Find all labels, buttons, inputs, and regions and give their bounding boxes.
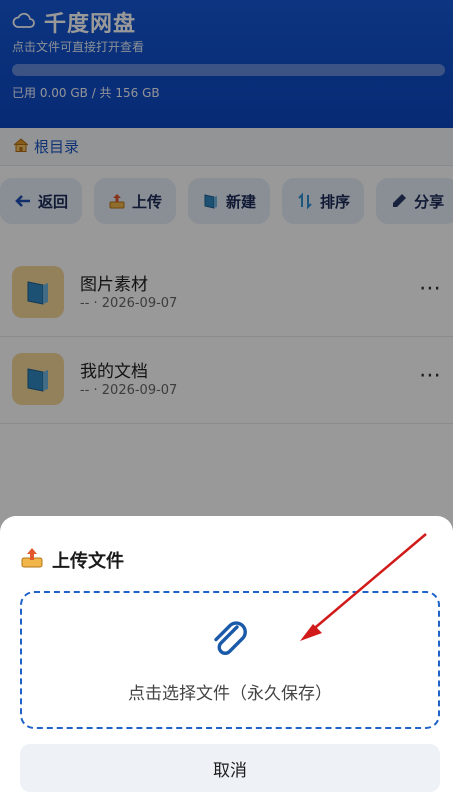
file-dropzone[interactable]: 点击选择文件（永久保存） [20,591,440,729]
dropzone-hint: 点击选择文件（永久保存） [128,683,332,704]
paperclip-icon [207,617,253,667]
upload-tray-icon [20,546,44,574]
upload-sheet: 上传文件 点击选择文件（永久保存） 取消 [0,516,453,806]
sheet-header: 上传文件 [20,546,124,574]
cancel-button[interactable]: 取消 [20,744,440,792]
sheet-title: 上传文件 [52,551,124,572]
